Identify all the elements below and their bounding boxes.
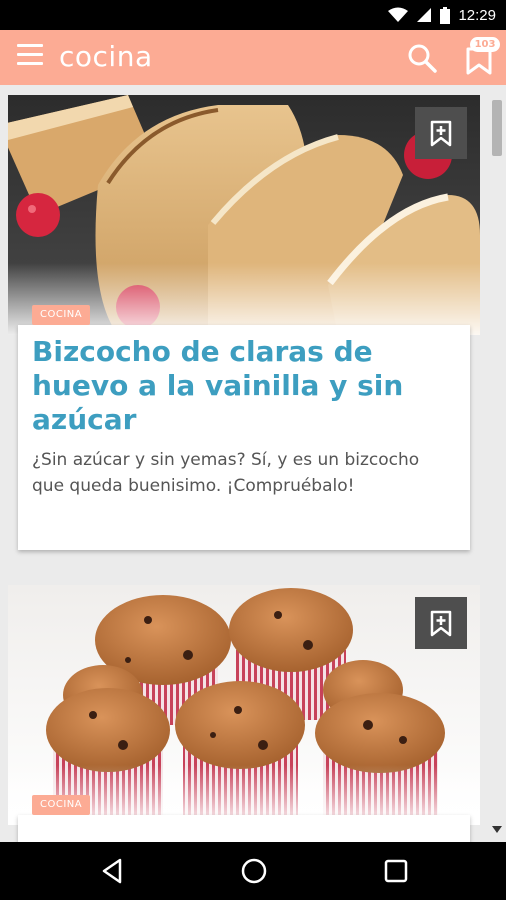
status-time: 12:29: [458, 6, 496, 24]
card-body[interactable]: Bizcocho de claras de huevo a la vainill…: [18, 325, 470, 550]
article-description: ¿Sin azúcar y sin yemas? Sí, y es un biz…: [32, 450, 420, 496]
app-bar: cocina 103: [0, 30, 506, 85]
status-icons: 12:29: [388, 0, 496, 30]
status-bar: 12:29: [0, 0, 506, 30]
bookmark-add-icon: [430, 610, 452, 637]
muffins-image: [8, 585, 480, 825]
back-icon[interactable]: [98, 856, 128, 886]
bookmark-add-icon: [430, 120, 452, 147]
scroll-down-arrow-icon[interactable]: [492, 826, 502, 834]
battery-icon: [440, 6, 451, 24]
article-title[interactable]: Bizcocho de claras de huevo a la vainill…: [32, 335, 456, 437]
wifi-icon: [388, 7, 409, 22]
signal-icon: [417, 8, 432, 22]
sponge-cake-image: [8, 95, 480, 335]
search-icon[interactable]: [406, 42, 438, 74]
category-tag[interactable]: COCINA: [32, 795, 91, 815]
article-feed[interactable]: Bizcocho de claras de huevo a la vainill…: [0, 85, 506, 842]
app-title: cocina: [59, 40, 153, 73]
scrollbar-track[interactable]: [490, 96, 502, 838]
card-image[interactable]: [8, 95, 480, 335]
article-card[interactable]: Bizcocho de claras de huevo a la vainill…: [8, 95, 480, 553]
save-article-button[interactable]: [415, 597, 467, 649]
system-nav-bar: [0, 842, 506, 900]
article-card[interactable]: COCINA: [8, 585, 480, 842]
card-body[interactable]: [18, 815, 470, 842]
recents-icon[interactable]: [381, 856, 411, 886]
scrollbar-thumb[interactable]: [492, 100, 502, 156]
save-article-button[interactable]: [415, 107, 467, 159]
home-icon[interactable]: [239, 856, 269, 886]
card-image[interactable]: [8, 585, 480, 825]
menu-icon[interactable]: [17, 44, 43, 68]
bookmarks-count-badge: 103: [470, 37, 500, 52]
category-tag[interactable]: COCINA: [32, 305, 91, 325]
